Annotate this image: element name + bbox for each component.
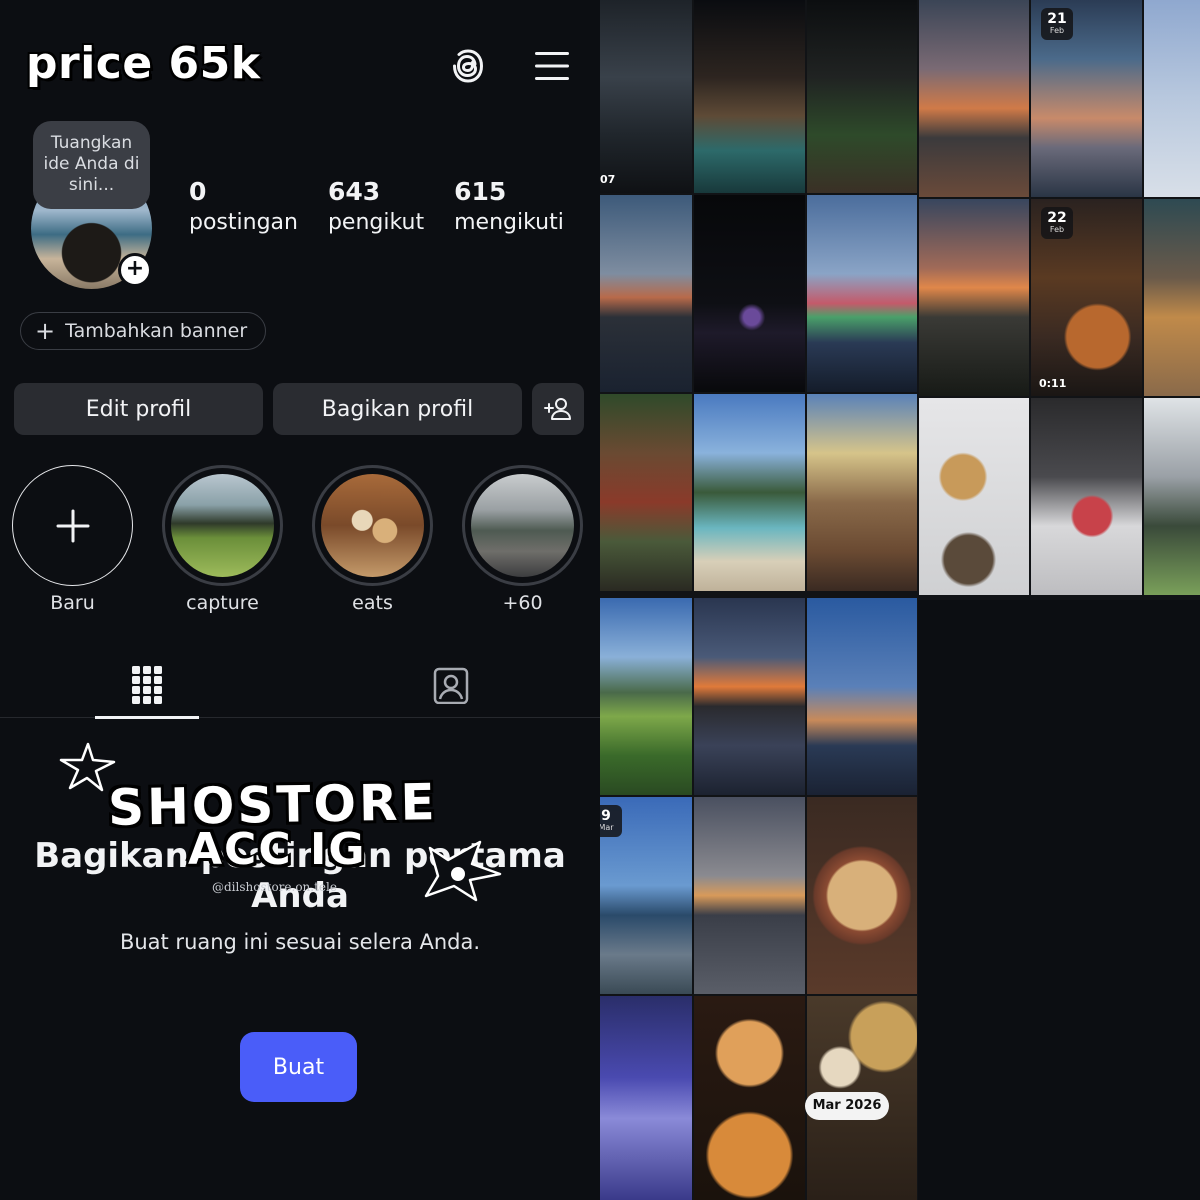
add-banner-button[interactable]: + Tambahkan banner [20,312,267,350]
date-scrubber-pill: Mar 2026 [805,1092,889,1120]
badge-day: 22 [1047,210,1067,226]
grid-icon [132,666,162,704]
grid-photo[interactable] [694,797,805,994]
profile-stats: 0 postingan 643 pengikut 615 mengikuti [189,176,594,238]
grid-photo[interactable] [919,199,1029,396]
note-bubble[interactable]: Tuangkan ide Anda di sini... [33,121,150,209]
grid-photo[interactable] [807,195,917,392]
grid-photo[interactable]: 9 Mar [600,797,692,994]
stat-posts[interactable]: 0 postingan [189,176,298,238]
highlight-thumbnail [321,474,424,577]
grid-photo[interactable] [1144,199,1200,396]
hamburger-menu-icon[interactable] [532,46,572,86]
badge-month: Feb [1049,225,1065,234]
add-person-icon [544,398,571,420]
price-overlay-text: price 65k [26,38,261,89]
plus-icon [56,509,89,542]
photo-grid: 07 21 Feb 22 Feb 0:11 9 Mar Mar 2026 [600,0,1200,1200]
date-badge: 22 Feb [1041,207,1073,239]
highlight-ring [162,465,283,586]
highlight-label: +60 [502,592,543,614]
grid-photo[interactable] [600,394,692,591]
shop-watermark: SHOSTORE ACC IG @dilshostore.on.tele [58,742,508,912]
grid-photo[interactable] [600,598,692,795]
grid-photo[interactable] [694,394,805,591]
grid-photo[interactable] [694,0,805,193]
stat-following-label: mengikuti [454,210,564,235]
tagged-person-icon [433,667,469,704]
grid-photo[interactable] [807,394,917,591]
badge-month: Mar [600,823,614,832]
grid-photo[interactable] [919,0,1029,197]
grid-photo[interactable] [807,0,917,193]
highlight-label: capture [186,592,259,614]
highlight-new[interactable]: Baru [12,465,162,614]
grid-photo[interactable] [1144,0,1200,197]
grid-photo[interactable] [694,996,805,1200]
stat-following-value: 615 [454,177,507,206]
highlight-label: Baru [50,592,95,614]
threads-icon[interactable] [448,46,488,86]
tab-posts-grid[interactable] [95,652,199,719]
grid-photo[interactable] [807,598,917,795]
highlight-label: eats [352,592,393,614]
profile-pane: price 65k Tuangkan ide Anda di sini... +… [0,0,600,1200]
date-badge: 9 Mar [600,805,622,837]
tab-tagged[interactable] [399,652,503,718]
grid-photo[interactable]: 22 Feb 0:11 [1031,199,1142,396]
highlight-ring [312,465,433,586]
share-profile-button[interactable]: Bagikan profil [273,383,522,435]
highlight-thumbnail [171,474,274,577]
stat-followers[interactable]: 643 pengikut [328,176,424,238]
grid-photo[interactable] [600,195,692,392]
partial-label: 07 [600,173,616,186]
grid-photo[interactable] [807,797,917,994]
eye-star-doodle-icon [424,840,502,902]
grid-photo[interactable] [694,598,805,795]
badge-day: 21 [1047,11,1067,27]
highlight-more[interactable]: +60 [462,465,600,614]
video-duration: 0:11 [1039,377,1067,390]
badge-day: 9 [601,808,611,824]
stat-followers-label: pengikut [327,210,425,235]
stat-posts-label: postingan [189,210,298,235]
stat-following[interactable]: 615 mengikuti [454,176,564,238]
header-icons [448,46,572,86]
highlight-eats[interactable]: eats [312,465,462,614]
create-post-button[interactable]: Buat [240,1032,357,1102]
grid-empty-area [918,600,1200,1200]
highlight-ring [462,465,583,586]
add-banner-label: Tambahkan banner [65,320,248,342]
profile-actions: Edit profil Bagikan profil [14,383,584,435]
stat-posts-value: 0 [189,177,207,206]
badge-month: Feb [1049,26,1065,35]
plus-icon: + [35,317,56,345]
edit-profile-button[interactable]: Edit profil [14,383,263,435]
new-highlight-ring [12,465,133,586]
highlight-thumbnail [471,474,574,577]
grid-photo[interactable]: 07 [600,0,692,193]
grid-photo[interactable] [1031,398,1142,595]
add-person-button[interactable] [532,383,584,435]
story-highlights: Baru capture eats +60 [12,465,600,614]
date-badge: 21 Feb [1041,8,1073,40]
highlight-capture[interactable]: capture [162,465,312,614]
profile-tabs [0,652,600,719]
grid-photo[interactable] [600,996,692,1200]
watermark-handle: @dilshostore.on.tele [212,880,337,894]
add-story-plus-icon[interactable]: + [118,253,152,287]
grid-photo[interactable]: 21 Feb [1031,0,1142,197]
watermark-line2: ACC IG [188,824,367,875]
grid-photo[interactable] [919,398,1029,595]
stat-followers-value: 643 [327,177,381,206]
empty-state-subtitle: Buat ruang ini sesuai selera Anda. [119,930,481,954]
grid-photo[interactable] [694,195,805,392]
grid-photo[interactable] [1144,398,1200,595]
